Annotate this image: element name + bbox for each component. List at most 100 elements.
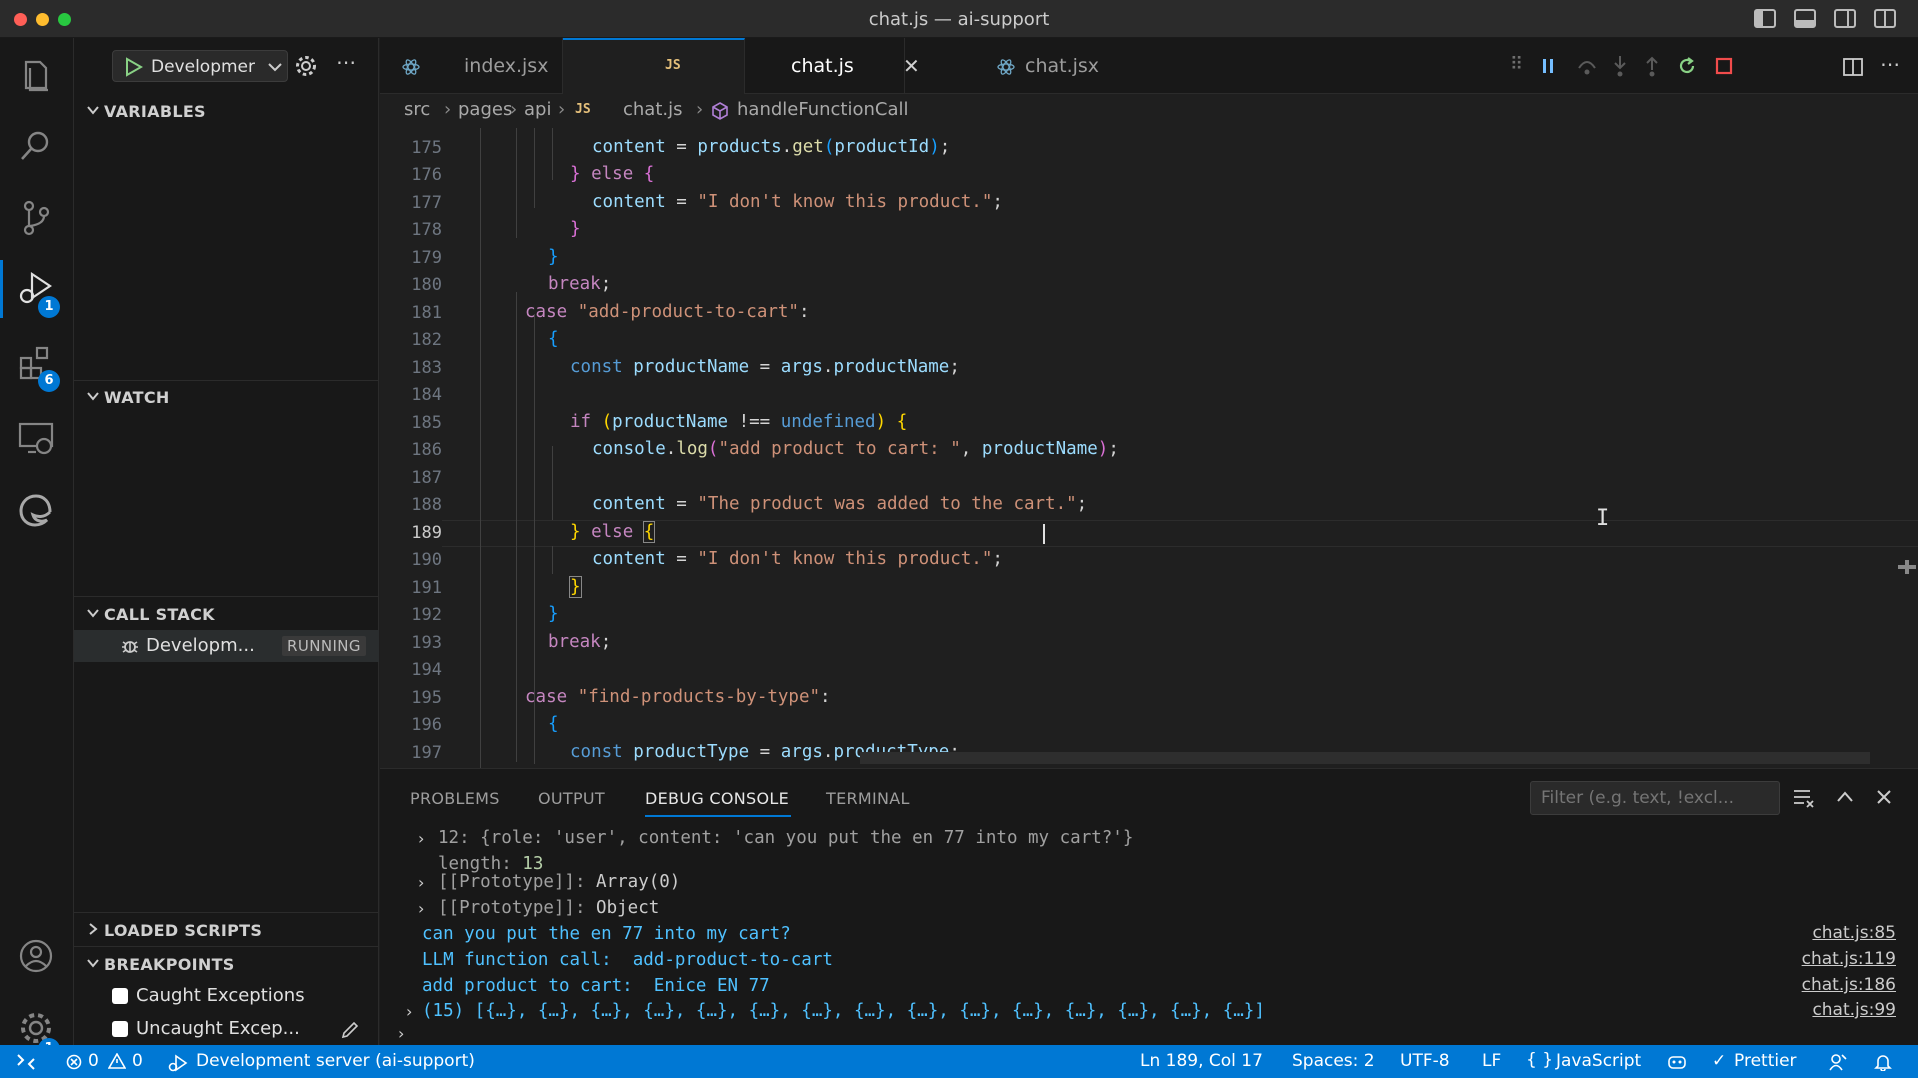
- call-stack-item[interactable]: Developm... RUNNING: [74, 630, 379, 662]
- encoding[interactable]: UTF-8: [1400, 1051, 1450, 1071]
- active-tab-underline: [645, 815, 791, 817]
- console-line: can you put the en 77 into my cart?: [422, 924, 791, 944]
- toggle-panel-icon[interactable]: [1794, 9, 1816, 28]
- warning-icon[interactable]: [108, 1053, 126, 1069]
- search-icon[interactable]: [16, 126, 56, 166]
- edit-pencil-icon[interactable]: [340, 1020, 360, 1040]
- react-icon: [997, 59, 1015, 75]
- more-actions-icon[interactable]: ⋯: [336, 50, 356, 74]
- close-panel-icon[interactable]: [1874, 787, 1894, 807]
- chevron-right-icon: [89, 923, 98, 935]
- tab-index-jsx[interactable]: index.jsx: [380, 38, 563, 94]
- debug-launch-icon: [168, 1054, 188, 1072]
- source-link[interactable]: chat.js:85: [1812, 923, 1896, 943]
- tab-problems[interactable]: PROBLEMS: [410, 789, 500, 808]
- loaded-scripts-label: LOADED SCRIPTS: [104, 921, 263, 940]
- language-mode[interactable]: JavaScript: [1556, 1051, 1641, 1071]
- code-line-175: content = products.get(productId);: [592, 137, 951, 157]
- feedback-icon[interactable]: [1828, 1053, 1848, 1071]
- line-number: 188: [411, 495, 442, 515]
- split-editor-icon[interactable]: [1842, 56, 1864, 78]
- close-icon[interactable]: ✕: [903, 54, 920, 78]
- indentation[interactable]: Spaces: 2: [1292, 1051, 1375, 1071]
- watch-label: WATCH: [104, 388, 170, 407]
- code-editor[interactable]: 175 176 177 178 179 180 181 182 183 184 …: [380, 128, 1918, 768]
- tab-debug-console[interactable]: DEBUG CONSOLE: [645, 789, 789, 808]
- mouse-ibeam-cursor: I: [1596, 506, 1610, 531]
- uncaught-exceptions-checkbox[interactable]: [112, 1021, 128, 1037]
- tab-chat-js[interactable]: JS chat.js ✕: [563, 38, 920, 94]
- variables-label: VARIABLES: [104, 102, 206, 121]
- clear-console-icon[interactable]: [1792, 787, 1816, 809]
- remote-explorer-icon[interactable]: [16, 418, 56, 458]
- variables-section-header[interactable]: VARIABLES: [74, 94, 379, 128]
- toggle-primary-sidebar-icon[interactable]: [1754, 9, 1776, 28]
- prettier-formatter[interactable]: Prettier: [1734, 1051, 1797, 1071]
- edge-devtools-icon[interactable]: [16, 490, 56, 530]
- caught-exceptions-checkbox[interactable]: [112, 988, 128, 1004]
- breadcrumb-function[interactable]: handleFunctionCall: [737, 99, 909, 120]
- step-into-icon[interactable]: [1610, 54, 1630, 78]
- breakpoint-uncaught-exceptions[interactable]: Uncaught Excep...: [112, 1016, 372, 1044]
- chevron-right-icon[interactable]: ›: [406, 1002, 412, 1021]
- extensions-badge: 6: [38, 370, 60, 392]
- chevron-right-icon[interactable]: ›: [418, 873, 424, 892]
- debug-toolbar: Developmer ⋯: [74, 38, 379, 94]
- notifications-bell-icon[interactable]: [1874, 1053, 1892, 1071]
- more-actions-icon[interactable]: ⋯: [1880, 52, 1900, 76]
- warning-count[interactable]: 0: [132, 1051, 143, 1071]
- copilot-icon[interactable]: [1666, 1053, 1688, 1071]
- console-line: 12: {role: 'user', content: 'can you put…: [438, 828, 1134, 848]
- start-debugging-icon[interactable]: [123, 57, 143, 77]
- launch-config-label[interactable]: Development server (ai-support): [196, 1051, 475, 1071]
- customize-layout-icon[interactable]: [1874, 9, 1896, 28]
- uncaught-exceptions-label: Uncaught Excep...: [136, 1018, 300, 1039]
- console-input-prompt[interactable]: ›: [398, 1024, 404, 1043]
- source-link[interactable]: chat.js:186: [1802, 975, 1896, 995]
- account-icon[interactable]: [16, 936, 56, 976]
- indent-guide: [534, 584, 535, 764]
- step-over-icon[interactable]: [1576, 56, 1598, 76]
- method-cube-icon: [712, 102, 728, 120]
- tab-chat-jsx[interactable]: chat.jsx: [745, 38, 1099, 94]
- call-stack-section-header[interactable]: CALL STACK: [74, 597, 379, 631]
- source-link[interactable]: chat.js:119: [1802, 949, 1896, 969]
- breadcrumb-api[interactable]: api: [524, 99, 551, 120]
- watch-section-header[interactable]: WATCH: [74, 380, 379, 414]
- source-control-icon[interactable]: [16, 198, 56, 238]
- pause-icon[interactable]: [1538, 56, 1558, 76]
- toggle-secondary-sidebar-icon[interactable]: [1834, 9, 1856, 28]
- tab-output[interactable]: OUTPUT: [538, 789, 605, 808]
- console-filter-input[interactable]: [1530, 781, 1780, 815]
- call-stack-label: CALL STACK: [104, 605, 215, 624]
- step-out-icon[interactable]: [1642, 54, 1662, 78]
- chevron-right-icon[interactable]: ›: [418, 899, 424, 918]
- breadcrumb-chat-js[interactable]: chat.js: [623, 99, 683, 120]
- breakpoints-section-header[interactable]: BREAKPOINTS: [74, 947, 379, 981]
- active-indicator: [0, 260, 3, 318]
- explorer-icon[interactable]: [16, 56, 56, 96]
- breadcrumb-src[interactable]: src: [404, 99, 430, 120]
- console-key: [[Prototype]]:: [438, 898, 597, 918]
- drag-handle-icon[interactable]: ⠿: [1510, 54, 1523, 75]
- debug-config-dropdown[interactable]: Developmer: [112, 50, 288, 82]
- stop-icon[interactable]: [1714, 56, 1734, 76]
- breakpoint-caught-exceptions[interactable]: Caught Exceptions: [112, 983, 372, 1011]
- breadcrumb-pages[interactable]: pages: [458, 99, 512, 120]
- chevron-right-icon[interactable]: ›: [418, 829, 424, 848]
- maximize-panel-icon[interactable]: [1834, 787, 1856, 807]
- source-link[interactable]: chat.js:99: [1812, 1000, 1896, 1020]
- code-line-191: }: [569, 576, 582, 598]
- error-count[interactable]: 0: [88, 1051, 99, 1071]
- remote-indicator[interactable]: [0, 1045, 52, 1078]
- gear-icon[interactable]: [294, 54, 318, 78]
- restart-icon[interactable]: [1676, 55, 1698, 77]
- loaded-scripts-section-header[interactable]: LOADED SCRIPTS: [74, 913, 379, 947]
- error-icon[interactable]: [66, 1054, 82, 1070]
- line-ending[interactable]: LF: [1482, 1051, 1501, 1071]
- cursor-position[interactable]: Ln 189, Col 17: [1140, 1051, 1263, 1071]
- tab-terminal[interactable]: TERMINAL: [826, 789, 910, 808]
- console-line: LLM function call: add-product-to-cart: [422, 950, 833, 970]
- horizontal-scrollbar[interactable]: [860, 752, 1870, 764]
- line-number: 194: [411, 660, 442, 680]
